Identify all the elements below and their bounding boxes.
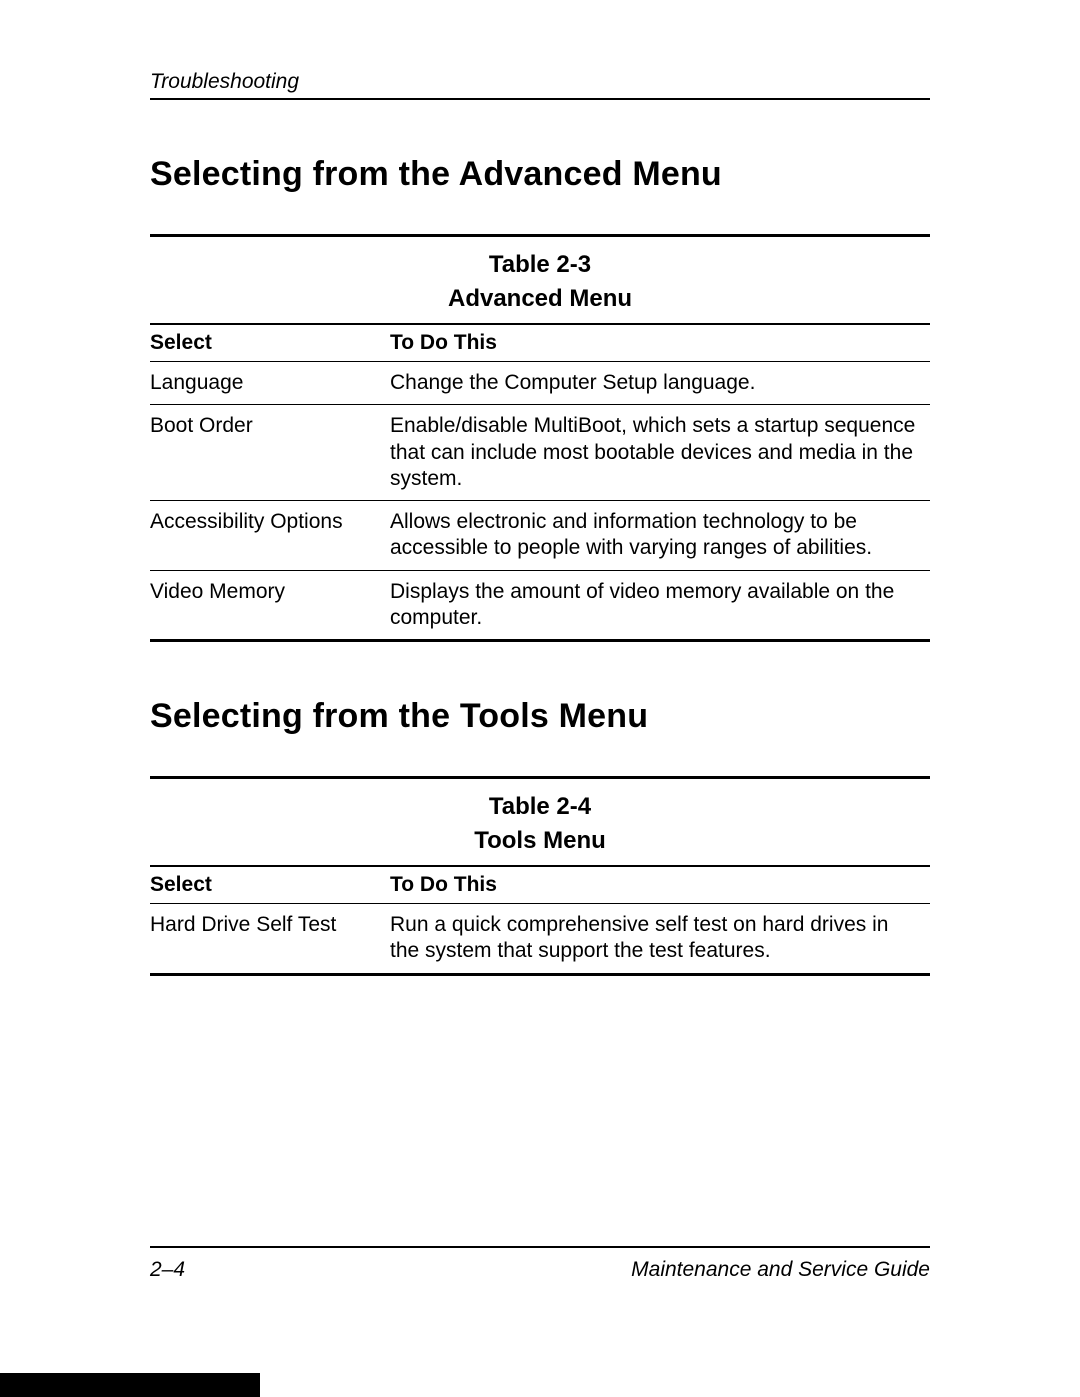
table-row: Video Memory Displays the amount of vide…: [150, 570, 930, 641]
page: Troubleshooting Selecting from the Advan…: [0, 0, 1080, 1397]
col-header-select: Select: [150, 325, 390, 362]
table-top-rule: [150, 234, 930, 237]
advanced-menu-table: Select To Do This Language Change the Co…: [150, 325, 930, 642]
table-row: Accessibility Options Allows electronic …: [150, 501, 930, 571]
table-2-3: Table 2-3 Advanced Menu Select To Do Thi…: [150, 234, 930, 642]
table-caption: Table 2-3: [150, 251, 930, 279]
table-row: Language Change the Computer Setup langu…: [150, 362, 930, 405]
cell-action: Allows electronic and information techno…: [390, 501, 930, 571]
table-row: Boot Order Enable/disable MultiBoot, whi…: [150, 405, 930, 501]
col-header-action: To Do This: [390, 325, 930, 362]
cell-select: Boot Order: [150, 405, 390, 501]
section-heading-advanced: Selecting from the Advanced Menu: [150, 155, 930, 194]
table-2-4: Table 2-4 Tools Menu Select To Do This H…: [150, 776, 930, 976]
section-heading-tools: Selecting from the Tools Menu: [150, 697, 930, 736]
cell-action: Enable/disable MultiBoot, which sets a s…: [390, 405, 930, 501]
table-title: Advanced Menu: [150, 285, 930, 313]
redaction-bar: [0, 1373, 260, 1397]
cell-select: Hard Drive Self Test: [150, 904, 390, 975]
cell-action: Displays the amount of video memory avai…: [390, 570, 930, 641]
book-title: Maintenance and Service Guide: [631, 1258, 930, 1282]
cell-select: Language: [150, 362, 390, 405]
col-header-action: To Do This: [390, 867, 930, 904]
cell-select: Accessibility Options: [150, 501, 390, 571]
col-header-select: Select: [150, 867, 390, 904]
table-top-rule: [150, 776, 930, 779]
running-head: Troubleshooting: [150, 70, 930, 100]
tools-menu-table: Select To Do This Hard Drive Self Test R…: [150, 867, 930, 976]
cell-action: Run a quick comprehensive self test on h…: [390, 904, 930, 975]
cell-action: Change the Computer Setup language.: [390, 362, 930, 405]
page-footer: 2–4 Maintenance and Service Guide: [150, 1246, 930, 1282]
table-caption: Table 2-4: [150, 793, 930, 821]
table-row: Hard Drive Self Test Run a quick compreh…: [150, 904, 930, 975]
table-title: Tools Menu: [150, 827, 930, 855]
page-number: 2–4: [150, 1258, 185, 1282]
cell-select: Video Memory: [150, 570, 390, 641]
